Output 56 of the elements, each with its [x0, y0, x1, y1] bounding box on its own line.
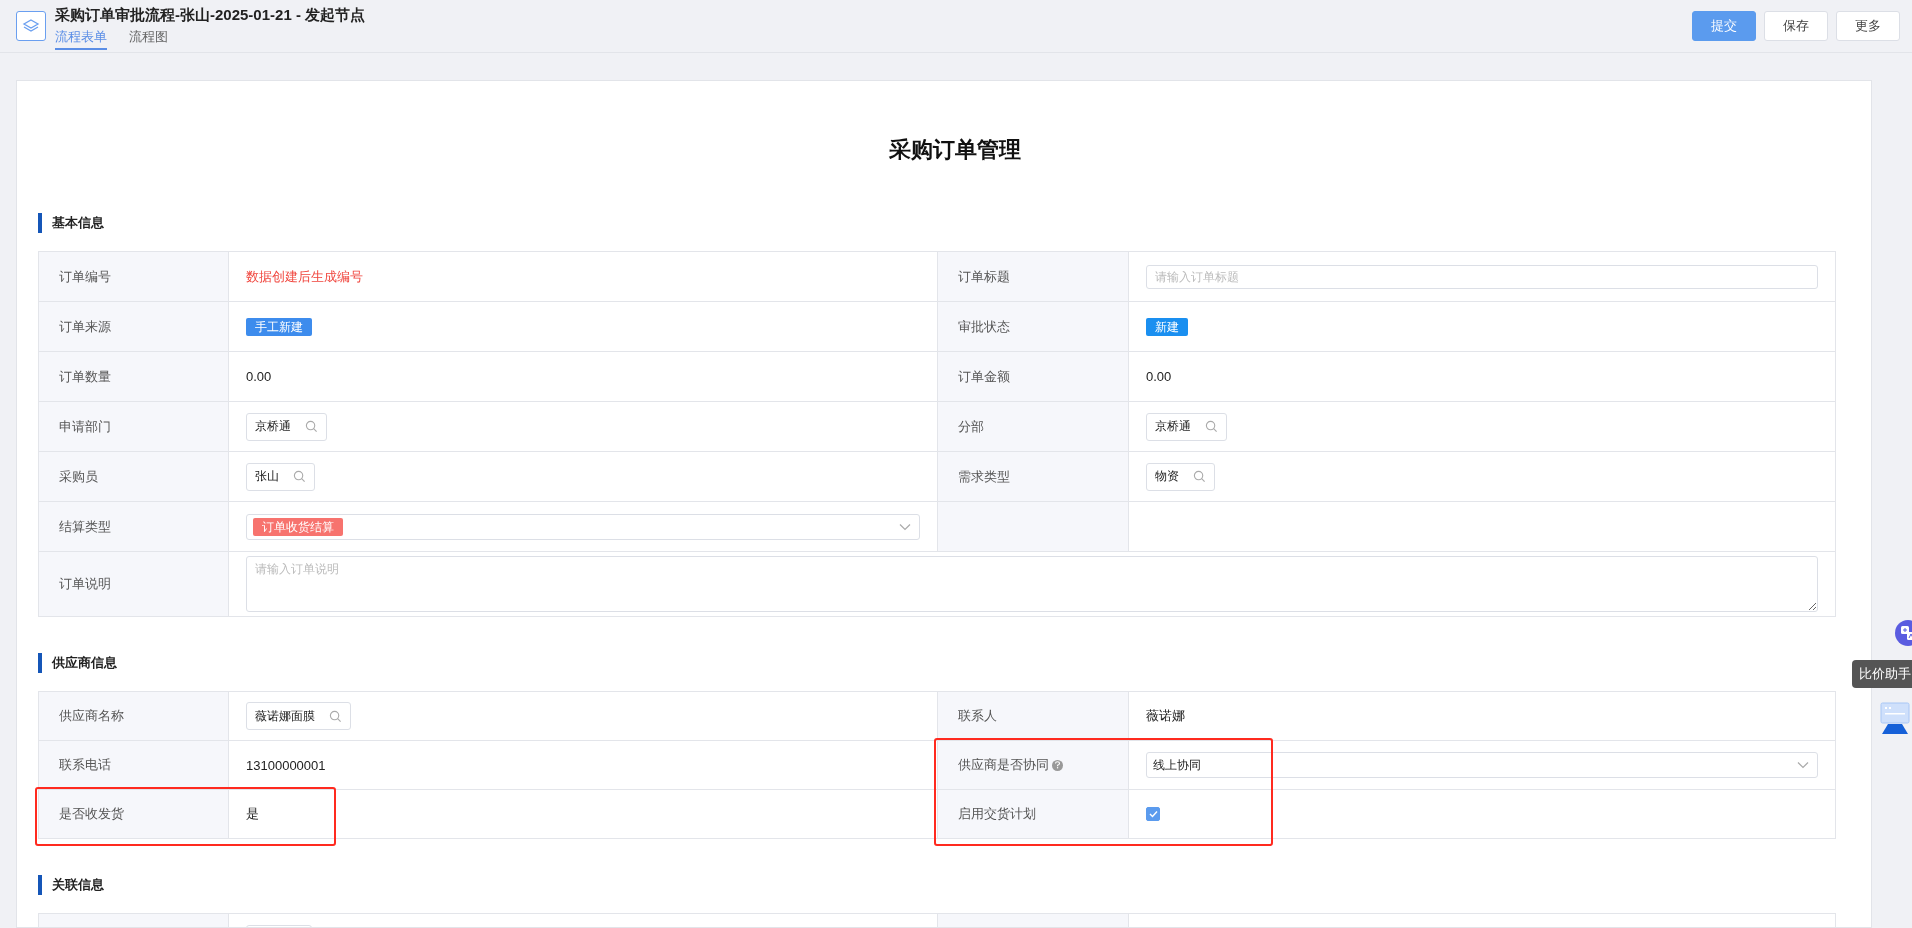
input-field[interactable]: 请输入订单标题 — [1146, 264, 1818, 289]
field-label: 联系电话 — [59, 756, 111, 774]
action-button[interactable]: 保存 — [1764, 11, 1828, 41]
section-title: 基本信息 — [52, 214, 104, 232]
field-label: 供应商是否协同 — [958, 756, 1049, 774]
field-value: 是 — [246, 805, 259, 823]
field-label: 需求类型 — [958, 467, 1010, 486]
status-tag: 手工新建 — [246, 317, 312, 336]
lookup-field[interactable]: 物资 — [1146, 462, 1215, 491]
field-label: 订单来源 — [59, 317, 111, 336]
tab[interactable]: 流程图 — [129, 28, 168, 50]
field-value: 0.00 — [1146, 369, 1172, 384]
lookup-field[interactable]: 张山 — [246, 462, 315, 491]
field-label: 供应商名称 — [59, 707, 124, 725]
field-label: 申请部门 — [59, 417, 111, 436]
form-title: 采购订单管理 — [887, 136, 1022, 164]
placeholder-notice: 数据创建后生成编号 — [246, 267, 363, 286]
app-logo-icon — [16, 11, 46, 41]
field-value: 0.00 — [246, 369, 272, 384]
monitor-icon[interactable] — [1880, 702, 1910, 736]
section-title: 供应商信息 — [52, 654, 117, 672]
field-label: 联系人 — [958, 707, 997, 725]
caret-icon — [1797, 761, 1809, 769]
section-title: 关联信息 — [52, 876, 104, 894]
lookup-field[interactable]: 京桥通 — [1146, 412, 1227, 441]
selected-tag: 订单收货结算 — [253, 517, 343, 536]
search-icon[interactable] — [1205, 420, 1218, 433]
window-title: 采购订单审批流程-张山-2025-01-21 - 发起节点 — [55, 6, 367, 25]
field-label: 采购员 — [59, 467, 98, 486]
field-label: 订单数量 — [59, 367, 111, 386]
field-value: 13100000001 — [246, 757, 326, 773]
field-value: 薇诺娜 — [1146, 707, 1185, 725]
field-label: 订单标题 — [958, 267, 1010, 286]
lookup-field[interactable]: 薇诺娜面膜 — [246, 702, 351, 730]
select-field[interactable]: 线上协同 — [1146, 752, 1818, 778]
textarea-field[interactable]: 请输入订单说明 — [246, 556, 1818, 612]
checkbox[interactable] — [1146, 807, 1160, 821]
search-icon[interactable] — [329, 709, 342, 723]
field-label: 是否收发货 — [59, 805, 124, 823]
status-tag: 新建 — [1146, 317, 1188, 336]
action-button[interactable]: 更多 — [1836, 11, 1900, 41]
field-label: 订单金额 — [958, 367, 1010, 386]
field-label: 订单说明 — [59, 575, 111, 593]
field-label: 订单编号 — [59, 267, 111, 286]
tooltip: 比价助手 — [1852, 660, 1912, 688]
caret-icon — [899, 522, 911, 531]
search-icon[interactable] — [305, 420, 318, 433]
field-label: 启用交货计划 — [958, 805, 1036, 823]
lookup-field[interactable]: 京桥通 — [246, 412, 327, 441]
help-icon[interactable] — [1052, 759, 1063, 771]
checkmark-icon — [1148, 810, 1158, 818]
field-label: 审批状态 — [958, 317, 1010, 336]
field-label: 结算类型 — [59, 517, 111, 536]
field-label: 分部 — [958, 417, 984, 436]
search-icon[interactable] — [1193, 470, 1206, 483]
search-icon[interactable] — [293, 470, 306, 483]
